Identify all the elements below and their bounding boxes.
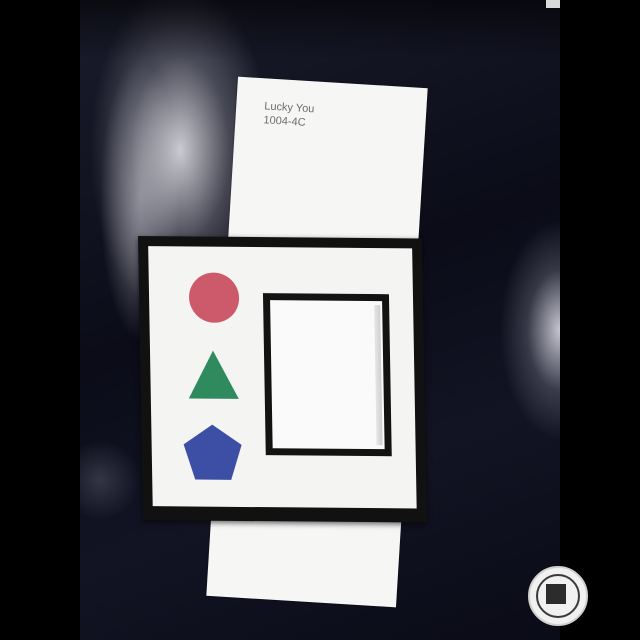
blue-pentagon-shape (183, 424, 242, 480)
sheet-white-area (148, 246, 417, 509)
cutout-window-frame (262, 293, 392, 457)
green-triangle-shape (188, 350, 239, 399)
board-shadow (80, 0, 560, 60)
seal-emblem-icon (546, 584, 566, 604)
paint-color-code: 1004-4C (263, 114, 306, 129)
board-corner (546, 0, 560, 8)
red-circle-shape (188, 272, 240, 323)
shape-activity-sheet (138, 236, 427, 523)
photo-scene: Lucky You 1004-4C (0, 0, 640, 640)
window-edge-shadow (374, 305, 383, 446)
university-seal (528, 566, 588, 626)
